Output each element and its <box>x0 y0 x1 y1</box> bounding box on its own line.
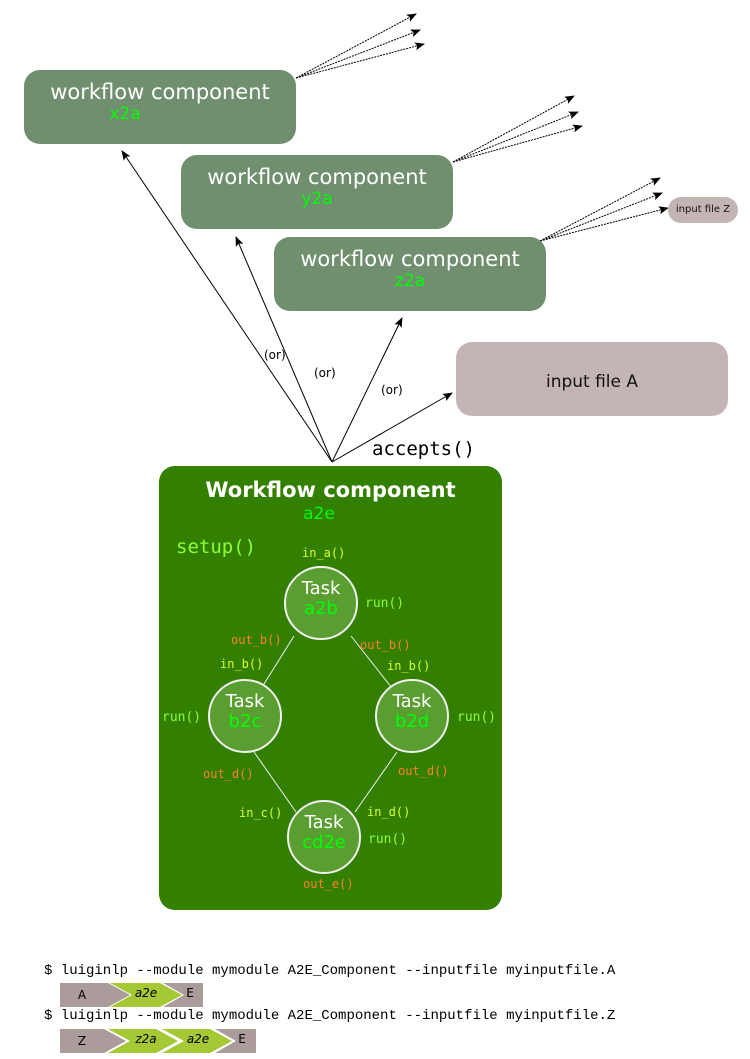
pipeline-2-label-z2a: z2a <box>135 1032 157 1046</box>
pipeline-1-label-e: E <box>186 986 194 1000</box>
pipeline-1-label-a2e: a2e <box>134 986 158 1000</box>
pipeline-2-label-a2e: a2e <box>186 1032 210 1046</box>
pipeline-2-label-z: Z <box>77 1034 87 1048</box>
pipeline-1-label-a: A <box>77 988 87 1002</box>
pipelines <box>60 983 256 1053</box>
pipeline-2-label-e: E <box>238 1032 246 1046</box>
